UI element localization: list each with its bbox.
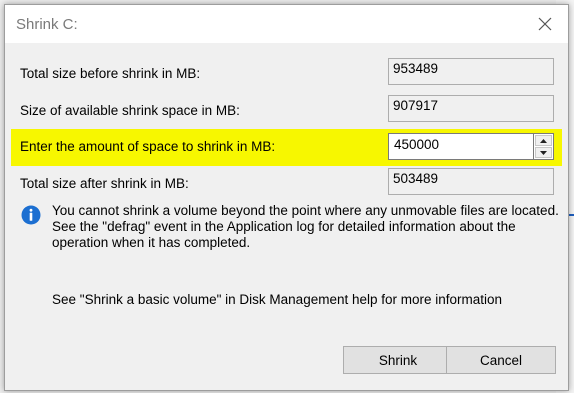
chevron-down-icon [540, 150, 547, 155]
dialog-title: Shrink C: [16, 16, 78, 33]
title-bar: Shrink C: [5, 5, 568, 43]
info-icon [21, 205, 41, 225]
shrink-amount-input[interactable]: 450000 [388, 133, 533, 160]
shrink-dialog: Shrink C: Total size before shrink in MB… [4, 4, 569, 391]
cancel-button[interactable]: Cancel [446, 346, 556, 374]
available-space-label: Size of available shrink space in MB: [20, 103, 240, 118]
close-button[interactable] [522, 5, 568, 43]
help-message: See "Shrink a basic volume" in Disk Mana… [52, 292, 503, 307]
available-space-field: 907917 [388, 95, 554, 122]
info-message: You cannot shrink a volume beyond the po… [52, 203, 559, 250]
shrink-amount-label: Enter the amount of space to shrink in M… [20, 139, 276, 154]
close-icon [538, 17, 552, 31]
spin-up-button[interactable] [535, 135, 552, 146]
total-after-field: 503489 [388, 168, 554, 195]
total-before-label: Total size before shrink in MB: [20, 66, 201, 81]
total-after-label: Total size after shrink in MB: [20, 176, 189, 191]
spin-down-button[interactable] [535, 147, 552, 158]
chevron-up-icon [540, 138, 547, 143]
total-before-field: 953489 [388, 58, 554, 85]
shrink-amount-stepper [533, 133, 554, 160]
shrink-button[interactable]: Shrink [343, 346, 453, 374]
